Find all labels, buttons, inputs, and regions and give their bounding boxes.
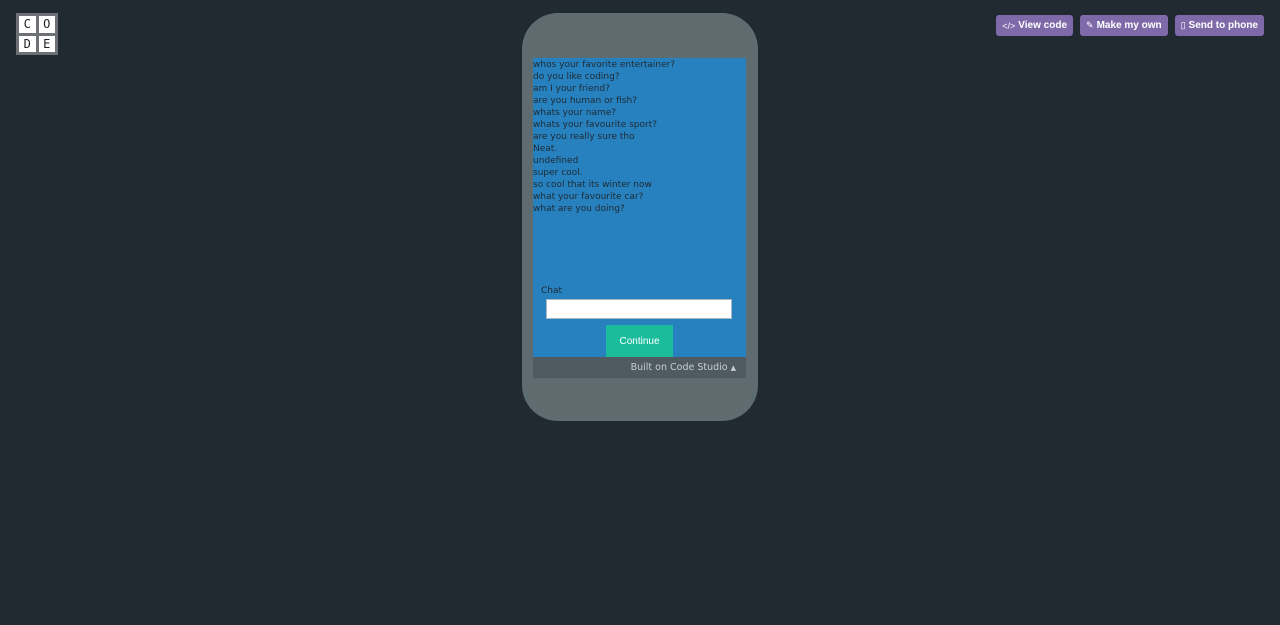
continue-button[interactable]: Continue xyxy=(606,325,673,357)
logo-letter: O xyxy=(38,16,55,33)
chat-label: Chat xyxy=(541,286,563,296)
header-actions: </> View code ✎ Make my own ▯ Send to ph… xyxy=(996,15,1264,36)
caret-up-icon: ▲ xyxy=(730,363,736,372)
logo-letter: C xyxy=(19,16,36,33)
app-screen: whos your favorite entertainer? do you l… xyxy=(533,58,746,357)
logo-letter: D xyxy=(19,35,36,52)
chat-message: what are you doing? xyxy=(533,204,625,214)
chat-message: do you like coding? xyxy=(533,72,620,82)
edit-icon: ✎ xyxy=(1086,20,1094,30)
chat-message: am I your friend? xyxy=(533,84,610,94)
phone-frame: whos your favorite entertainer? do you l… xyxy=(522,13,758,421)
make-my-own-button[interactable]: ✎ Make my own xyxy=(1080,15,1168,36)
chat-message: what your favourite car? xyxy=(533,192,644,202)
built-on-code-studio-bar[interactable]: Built on Code Studio ▲ xyxy=(533,357,746,378)
view-code-button[interactable]: </> View code xyxy=(996,15,1074,36)
chat-message: whats your name? xyxy=(533,108,617,118)
chat-message: super cool. xyxy=(533,168,583,178)
chat-input[interactable] xyxy=(546,299,732,319)
chat-message: are you really sure tho xyxy=(533,132,635,142)
chat-log: whos your favorite entertainer? do you l… xyxy=(533,59,746,215)
footer-text: Built on Code Studio xyxy=(630,362,728,373)
code-org-logo[interactable]: C O D E xyxy=(16,13,58,55)
chat-message: Neat. xyxy=(533,144,558,154)
logo-letter: E xyxy=(38,35,55,52)
view-code-label: View code xyxy=(1018,20,1068,31)
make-my-own-label: Make my own xyxy=(1096,20,1162,31)
chat-message: whos your favorite entertainer? xyxy=(533,60,676,70)
mobile-icon: ▯ xyxy=(1180,20,1186,30)
chat-message: whats your favourite sport? xyxy=(533,120,658,130)
send-to-phone-label: Send to phone xyxy=(1188,20,1258,31)
chat-message: are you human or fish? xyxy=(533,96,637,106)
page: C O D E </> View code ✎ Make my own ▯ Se… xyxy=(0,0,1280,625)
send-to-phone-button[interactable]: ▯ Send to phone xyxy=(1174,15,1264,36)
code-icon: </> xyxy=(1002,20,1016,31)
chat-message: undefined xyxy=(533,156,579,166)
chat-message: so cool that its winter now xyxy=(533,180,652,190)
